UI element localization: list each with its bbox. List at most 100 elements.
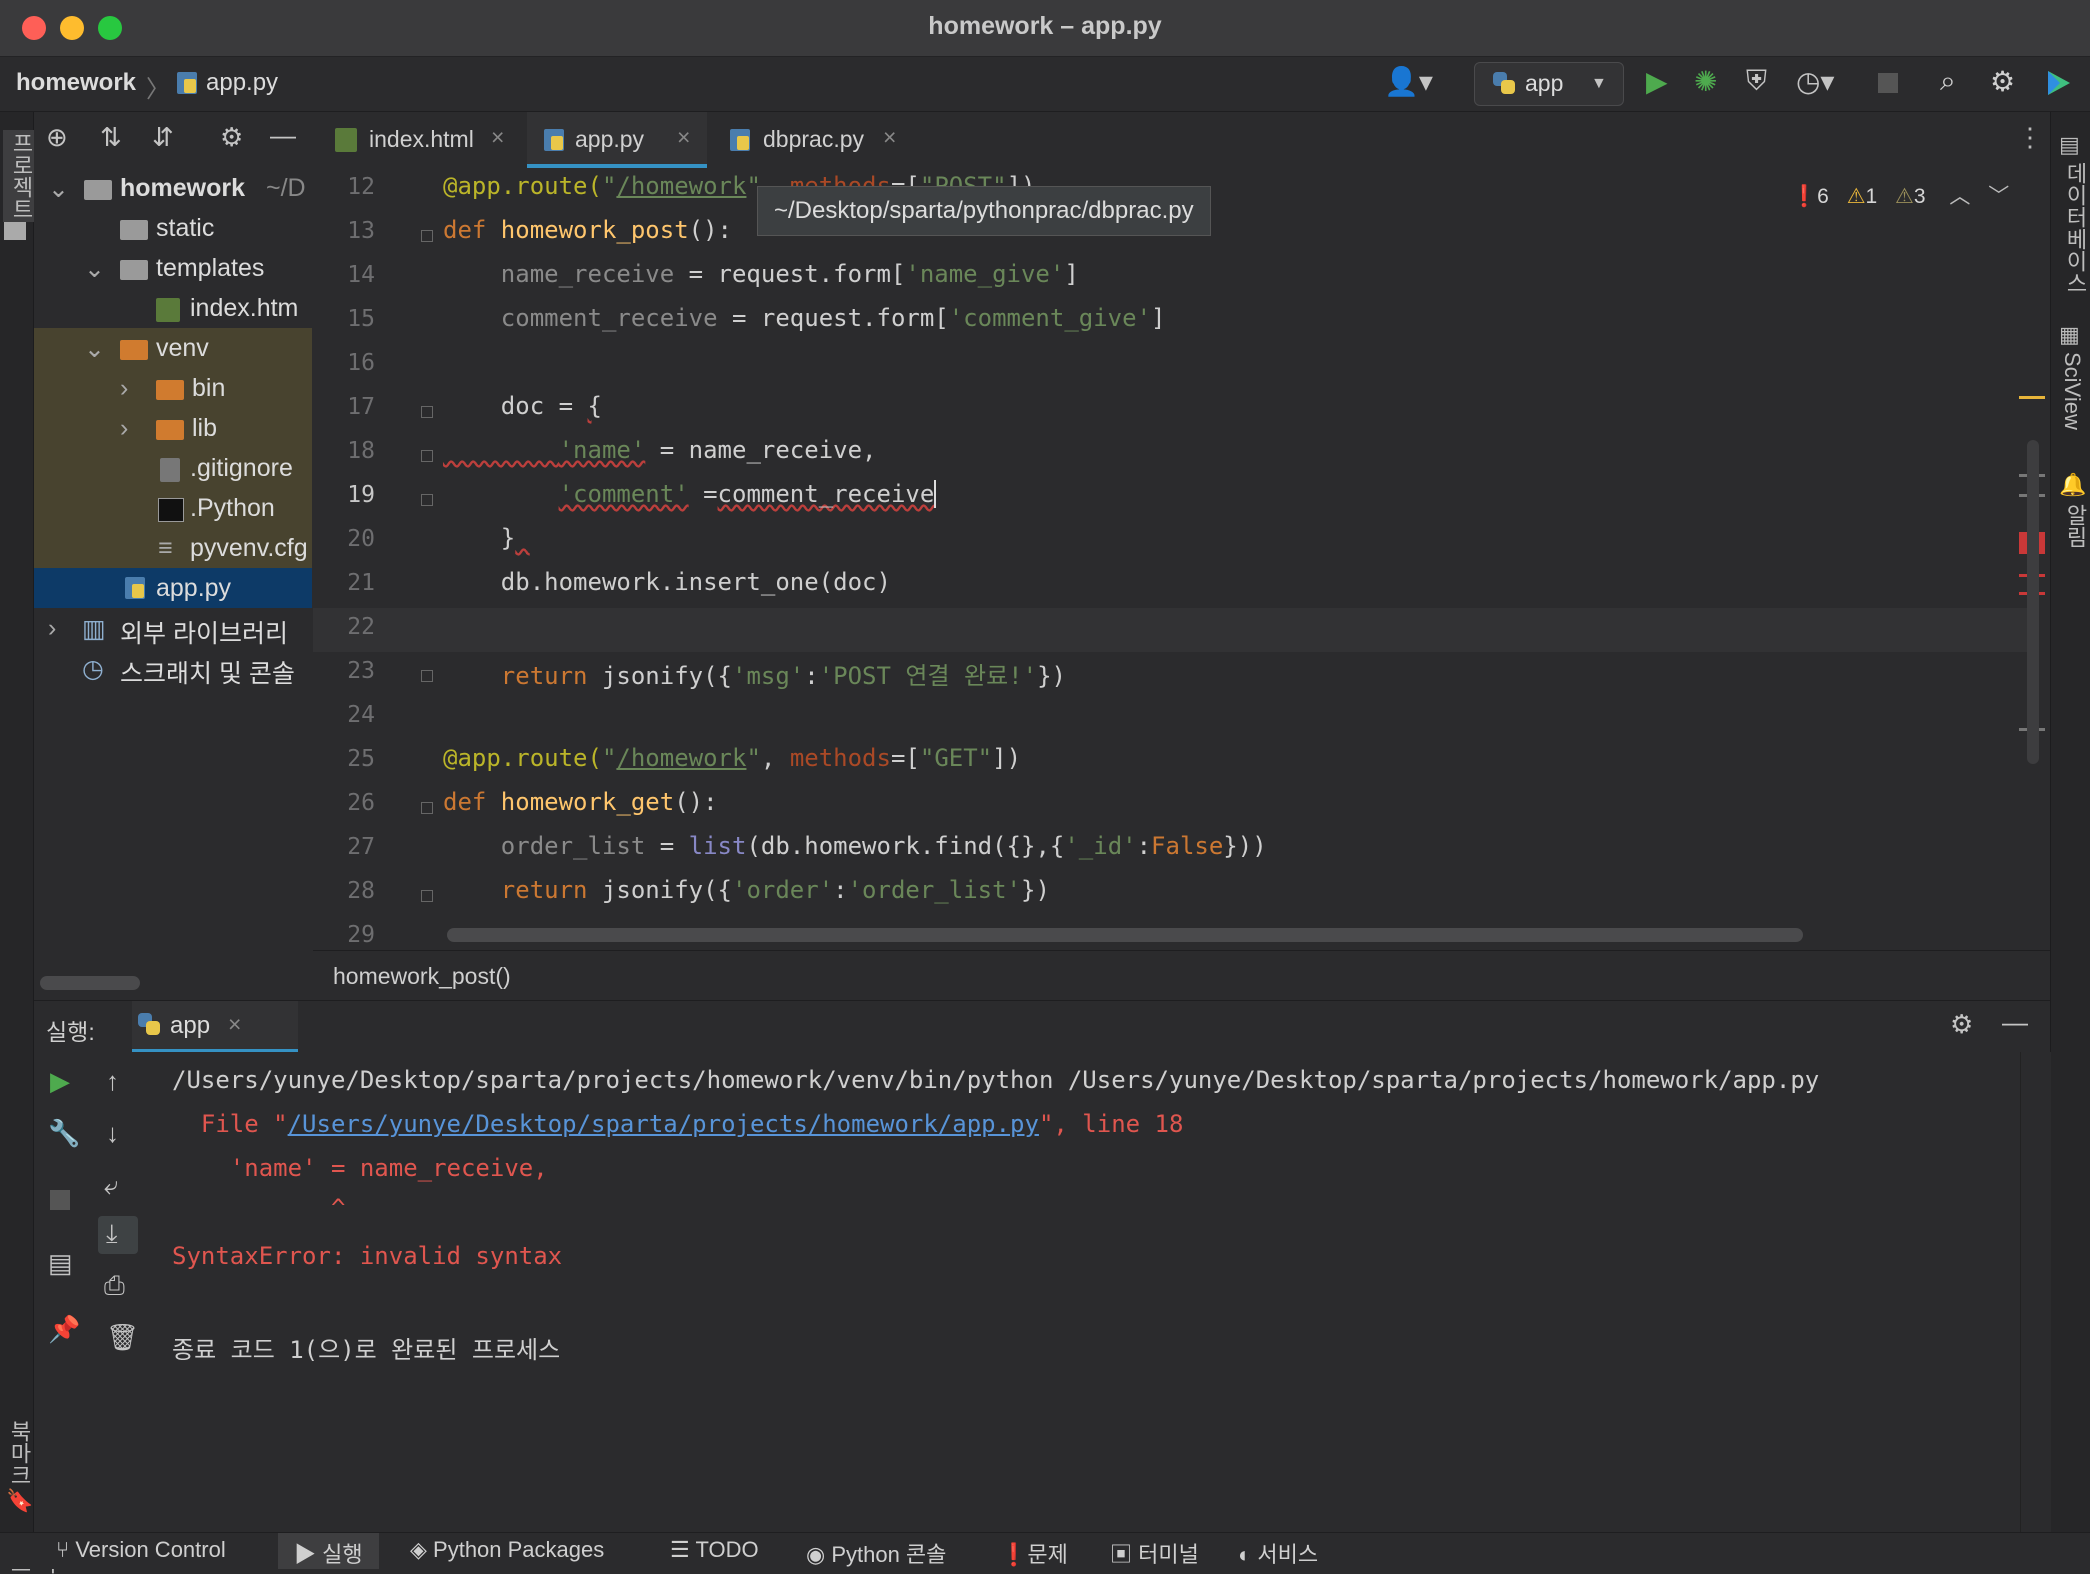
- hide-panel-icon[interactable]: —: [270, 120, 296, 151]
- executable-file-icon: [158, 498, 184, 522]
- ai-assistant-icon[interactable]: [2044, 69, 2072, 97]
- previous-highlight-icon[interactable]: ︿: [1949, 185, 1970, 208]
- run-console[interactable]: /Users/yunye/Desktop/sparta/projects/hom…: [148, 1052, 2020, 1532]
- stop-icon[interactable]: [50, 1190, 70, 1210]
- version-control-button[interactable]: ⑂ Version Control: [56, 1537, 226, 1563]
- nav-project[interactable]: homework: [16, 69, 136, 97]
- status-label: 터미널: [1138, 1542, 1199, 1567]
- database-tool-button[interactable]: 데이터베이스: [2059, 162, 2090, 294]
- fold-marker-icon[interactable]: [421, 406, 433, 418]
- tree-row-pyvenv[interactable]: ≡ pyvenv.cfg: [34, 528, 312, 568]
- editor-tabs: index.html × app.py × dbprac.py × ⋮: [313, 112, 2050, 169]
- notifications-tool-button[interactable]: 알림: [2059, 504, 2090, 548]
- rerun-icon[interactable]: ▶: [50, 1066, 70, 1097]
- hide-panel-icon[interactable]: —: [2002, 1007, 2028, 1038]
- layout-icon[interactable]: ▤: [48, 1248, 73, 1279]
- fold-marker-icon[interactable]: [421, 670, 433, 682]
- expand-all-icon[interactable]: ⇅: [100, 122, 122, 153]
- services-button[interactable]: ◐ 서비스: [1238, 1537, 1318, 1569]
- horizontal-scrollbar[interactable]: [40, 976, 140, 990]
- tree-row-python[interactable]: .Python: [34, 488, 312, 528]
- tree-row-index-html[interactable]: index.htm: [34, 288, 312, 328]
- title-bar: homework – app.py: [0, 0, 2090, 57]
- fold-marker-icon[interactable]: [421, 494, 433, 506]
- tree-row-bin[interactable]: › bin: [34, 368, 312, 408]
- line-number: 15: [347, 306, 375, 332]
- soft-wrap-icon[interactable]: ⤶: [104, 1170, 119, 1202]
- print-icon[interactable]: ⎙: [104, 1270, 125, 1302]
- run-config-select[interactable]: app ▼: [1474, 62, 1624, 106]
- todo-button[interactable]: ☰ TODO: [670, 1537, 759, 1563]
- run-tab-app[interactable]: app ×: [132, 1001, 298, 1053]
- profile-icon[interactable]: ◷▾: [1796, 65, 1835, 98]
- fold-marker-icon[interactable]: [421, 230, 433, 242]
- search-icon[interactable]: ⌕: [1940, 65, 1956, 98]
- nav-file[interactable]: app.py: [206, 69, 278, 97]
- chevron-down-icon: ⌄: [84, 255, 105, 283]
- code-line: db.homework.insert_one(doc): [443, 568, 891, 596]
- project-panel-header: ⊕ ⇅ ⇵ ⚙ —: [34, 112, 312, 169]
- tree-row-gitignore[interactable]: .gitignore: [34, 448, 312, 488]
- close-icon[interactable]: ×: [228, 1011, 241, 1038]
- close-icon[interactable]: ×: [883, 124, 896, 151]
- warning-stripe[interactable]: [2019, 396, 2045, 399]
- folder-icon: [120, 340, 148, 360]
- breadcrumb-item[interactable]: homework_post(): [333, 963, 511, 990]
- tab-dbprac-py[interactable]: dbprac.py ×: [715, 112, 915, 168]
- run-tool-button[interactable]: ▶ 실행: [278, 1533, 379, 1569]
- run-icon[interactable]: ▶: [1646, 65, 1668, 98]
- traceback-file-link[interactable]: /Users/yunye/Desktop/sparta/projects/hom…: [288, 1110, 1039, 1138]
- tree-row-app-py[interactable]: app.py: [34, 568, 312, 608]
- trash-icon[interactable]: 🗑: [106, 1322, 139, 1353]
- chevron-right-icon: ›: [120, 414, 129, 442]
- tree-row-external-libraries[interactable]: › ▥ 외부 라이브러리: [34, 608, 312, 648]
- debug-icon[interactable]: ✺: [1694, 65, 1717, 98]
- close-icon[interactable]: ×: [677, 124, 690, 151]
- terminal-button[interactable]: ▣ 터미널: [1110, 1537, 1199, 1569]
- stop-icon[interactable]: [1878, 73, 1898, 93]
- fold-marker-icon[interactable]: [421, 802, 433, 814]
- bookmarks-tool-button[interactable]: 북마크: [3, 1420, 35, 1486]
- fold-marker-icon[interactable]: [421, 890, 433, 902]
- close-icon[interactable]: ×: [491, 124, 504, 151]
- wrench-icon[interactable]: 🔧: [48, 1118, 80, 1149]
- code-line: doc = {: [443, 392, 602, 420]
- pin-icon[interactable]: 📌: [48, 1314, 80, 1345]
- down-arrow-icon[interactable]: ↓: [106, 1118, 119, 1149]
- up-arrow-icon[interactable]: ↑: [106, 1066, 119, 1097]
- more-tabs-icon[interactable]: ⋮: [2017, 122, 2043, 153]
- next-highlight-icon[interactable]: ﹀: [1988, 185, 2009, 208]
- editor-breadcrumb: homework_post(): [313, 950, 2050, 999]
- gear-icon[interactable]: ⚙: [1950, 1009, 1973, 1040]
- tab-app-py[interactable]: app.py ×: [527, 112, 707, 168]
- tree-row-lib[interactable]: › lib: [34, 408, 312, 448]
- tab-index-html[interactable]: index.html ×: [313, 112, 521, 168]
- database-icon: ▤: [2059, 132, 2080, 157]
- inspection-widget[interactable]: ❗6 ⚠1 ⚠3 ︿ ﹀: [1791, 180, 2009, 210]
- config-file-icon: ≡: [158, 534, 173, 562]
- tree-row-venv[interactable]: ⌄ venv: [34, 328, 312, 368]
- tree-row-templates[interactable]: ⌄ templates: [34, 248, 312, 288]
- tree-row-homework[interactable]: ⌄ homework ~/D: [34, 168, 312, 208]
- sciview-tool-button[interactable]: SciView: [2059, 352, 2085, 430]
- scroll-to-end-toggle[interactable]: ⤓: [98, 1216, 138, 1254]
- gear-icon[interactable]: ⚙: [1990, 65, 2015, 98]
- python-console-button[interactable]: ◉ Python 콘솔: [806, 1537, 946, 1569]
- problems-button[interactable]: ❗문제: [1000, 1537, 1068, 1569]
- vertical-scrollbar[interactable]: [2027, 440, 2039, 764]
- tree-row-static[interactable]: static: [34, 208, 312, 248]
- user-icon[interactable]: 👤▾: [1384, 65, 1433, 98]
- code-editor[interactable]: @app.route("/homework", methods=["POST"]…: [433, 168, 2050, 950]
- locate-icon[interactable]: ⊕: [46, 122, 68, 153]
- console-scrollbar-track[interactable]: [2020, 1052, 2051, 1532]
- fold-marker-icon[interactable]: [421, 450, 433, 462]
- python-packages-button[interactable]: ◈ Python Packages: [410, 1537, 604, 1563]
- weak-warning-count: 3: [1913, 185, 1926, 208]
- coverage-icon[interactable]: ⛨: [1746, 65, 1767, 98]
- gear-icon[interactable]: ⚙: [220, 122, 243, 153]
- horizontal-scrollbar[interactable]: [447, 928, 1803, 942]
- tree-path-hint: ~/D: [266, 174, 306, 202]
- collapse-all-icon[interactable]: ⇵: [152, 122, 174, 153]
- tree-row-scratches[interactable]: ◷ 스크래치 및 콘솔: [34, 648, 312, 688]
- tree-label: lib: [192, 414, 218, 442]
